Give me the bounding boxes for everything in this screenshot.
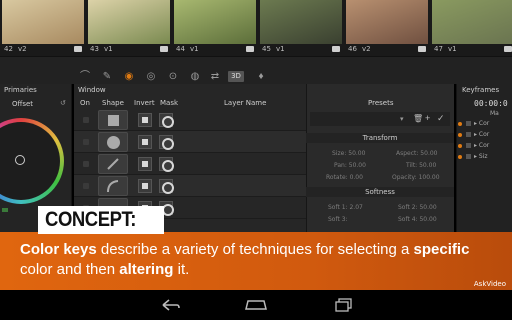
invert-toggle[interactable] bbox=[138, 179, 152, 193]
window-icon[interactable]: ◎ bbox=[144, 71, 158, 83]
keyframes-title: Keyframes bbox=[462, 86, 500, 94]
3d-button[interactable]: 3D bbox=[228, 71, 244, 82]
square-shape-button[interactable] bbox=[98, 110, 128, 130]
mask-toggle[interactable] bbox=[159, 179, 174, 194]
window-row-linear bbox=[74, 109, 306, 131]
concept-text: Color keys describe a variety of techniq… bbox=[20, 241, 470, 278]
aspect-field[interactable]: Aspect: 50.00 bbox=[396, 150, 438, 157]
keyframe-row[interactable]: ▸ Cor bbox=[458, 131, 489, 140]
reset-icon[interactable]: ↺ bbox=[60, 99, 66, 107]
pan-field[interactable]: Pan: 50.00 bbox=[334, 162, 366, 169]
clip-version: v1 bbox=[448, 45, 457, 53]
clip-thumbnail[interactable] bbox=[174, 0, 256, 44]
mask-toggle[interactable] bbox=[159, 113, 174, 128]
offset-label: Offset bbox=[12, 100, 34, 108]
clip-version: v2 bbox=[18, 45, 27, 53]
clip-thumbnail[interactable] bbox=[260, 0, 342, 44]
on-toggle[interactable] bbox=[83, 139, 89, 145]
on-toggle[interactable] bbox=[83, 183, 89, 189]
clip-badge-icon bbox=[74, 46, 82, 52]
keyframe-row[interactable]: ▸ Siz bbox=[458, 153, 488, 162]
on-toggle[interactable] bbox=[83, 117, 89, 123]
clip-badge-icon bbox=[246, 46, 254, 52]
check-icon[interactable]: ✓ bbox=[437, 113, 445, 124]
tracker-icon[interactable]: ⊙ bbox=[166, 71, 180, 83]
soft2-field[interactable]: Soft 2: 50.00 bbox=[398, 204, 437, 211]
window-row-circle bbox=[74, 131, 306, 153]
clip-version: v1 bbox=[276, 45, 285, 53]
mask-toggle[interactable] bbox=[159, 157, 174, 172]
curve-shape-button[interactable] bbox=[98, 176, 128, 196]
palette-toolbar: ⌒ ✎ ◉ ◎ ⊙ ◍ ⇄ 3D ♦ bbox=[0, 56, 512, 143]
primaries-title: Primaries bbox=[4, 86, 37, 94]
qualifier-icon[interactable]: ◉ bbox=[122, 71, 136, 83]
askvideo-watermark: AskVideo bbox=[473, 280, 506, 288]
clip-badge-icon bbox=[160, 46, 168, 52]
keyframe-row[interactable]: ▸ Cor bbox=[458, 142, 489, 151]
keyframe-row[interactable]: Ma bbox=[490, 110, 499, 119]
clip-thumbnail[interactable] bbox=[88, 0, 170, 44]
mask-toggle[interactable] bbox=[159, 135, 174, 150]
tilt-field[interactable]: Tilt: 50.00 bbox=[406, 162, 436, 169]
clip-number: 42 bbox=[4, 45, 13, 53]
home-icon[interactable] bbox=[244, 298, 268, 314]
col-invert: Invert bbox=[134, 99, 155, 107]
delete-icon[interactable]: 🗑 bbox=[413, 114, 423, 123]
clip-badge-icon bbox=[504, 46, 512, 52]
recents-icon[interactable] bbox=[332, 298, 356, 314]
window-row-curve bbox=[74, 175, 306, 197]
col-mask: Mask bbox=[160, 99, 179, 107]
presets-title: Presets bbox=[368, 99, 394, 107]
keyframes-timecode: 00:00:0 bbox=[474, 99, 508, 108]
clip-number: 45 bbox=[262, 45, 271, 53]
blur-icon[interactable]: ◍ bbox=[188, 71, 202, 83]
wheel-crosshair[interactable] bbox=[15, 155, 25, 165]
size-field[interactable]: Size: 50.00 bbox=[332, 150, 365, 157]
clip-version: v1 bbox=[104, 45, 113, 53]
line-shape-button[interactable] bbox=[98, 154, 128, 174]
transform-title: Transform bbox=[306, 133, 454, 143]
add-icon[interactable]: + bbox=[425, 113, 430, 123]
invert-toggle[interactable] bbox=[138, 135, 152, 149]
on-toggle[interactable] bbox=[83, 161, 89, 167]
col-layer-name: Layer Name bbox=[224, 99, 267, 107]
col-on: On bbox=[80, 99, 90, 107]
clip-badge-icon bbox=[332, 46, 340, 52]
softness-title: Softness bbox=[306, 187, 454, 197]
soft4-field[interactable]: Soft 4: 50.00 bbox=[398, 216, 437, 223]
invert-toggle[interactable] bbox=[138, 157, 152, 171]
clip-thumbnail[interactable] bbox=[2, 0, 84, 44]
curve-icon[interactable]: ⌒ bbox=[78, 71, 92, 83]
clip-thumbnail[interactable] bbox=[346, 0, 428, 44]
soft3-field[interactable]: Soft 3: bbox=[328, 216, 348, 223]
invert-toggle[interactable] bbox=[138, 113, 152, 127]
window-row-polygon bbox=[74, 153, 306, 175]
eyedropper-icon[interactable]: ✎ bbox=[100, 71, 114, 83]
chevron-down-icon[interactable]: ▾ bbox=[400, 115, 404, 123]
clip-number: 44 bbox=[176, 45, 185, 53]
status-indicator bbox=[2, 208, 8, 212]
clip-thumbnail[interactable] bbox=[432, 0, 512, 44]
window-title: Window bbox=[78, 86, 106, 94]
clip-number: 43 bbox=[90, 45, 99, 53]
clip-number: 47 bbox=[434, 45, 443, 53]
clip-badge-icon bbox=[418, 46, 426, 52]
clip-thumbnail-strip: 42 v2 43 v1 44 v1 45 v1 46 v2 47 v1 bbox=[0, 0, 512, 56]
clip-version: v2 bbox=[362, 45, 371, 53]
clip-number: 46 bbox=[348, 45, 357, 53]
rotate-field[interactable]: Rotate: 0.00 bbox=[326, 174, 363, 181]
keyframe-row[interactable]: ▸ Cor bbox=[458, 120, 489, 129]
clip-version: v1 bbox=[190, 45, 199, 53]
drop-icon[interactable]: ♦ bbox=[254, 71, 268, 83]
back-icon[interactable] bbox=[158, 298, 182, 314]
col-shape: Shape bbox=[102, 99, 124, 107]
soft1-field[interactable]: Soft 1: 2.07 bbox=[328, 204, 363, 211]
opacity-field[interactable]: Opacity: 100.00 bbox=[392, 174, 440, 181]
circle-shape-button[interactable] bbox=[98, 132, 128, 152]
concept-label: CONCEPT: bbox=[45, 208, 136, 231]
key-icon[interactable]: ⇄ bbox=[208, 71, 222, 83]
